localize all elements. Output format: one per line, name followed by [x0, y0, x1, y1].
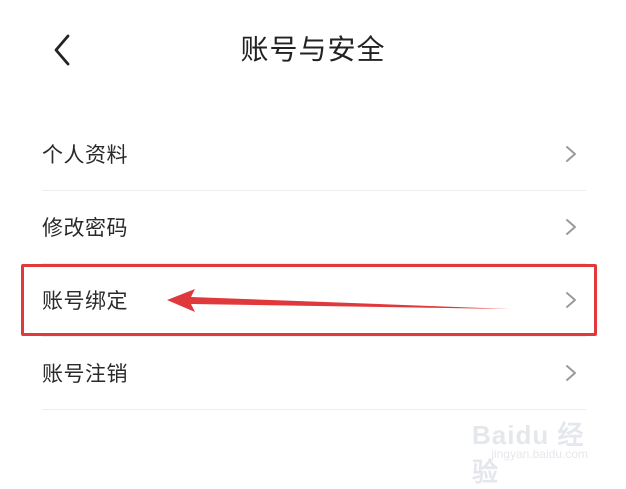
header-bar: 账号与安全: [0, 0, 626, 100]
page-title: 账号与安全: [240, 33, 386, 66]
menu-item-label: 个人资料: [42, 143, 128, 167]
watermark-logo: Baidu 经验 jingyan.baidu.com: [472, 411, 592, 487]
watermark-sub: jingyan.baidu.com: [491, 447, 588, 461]
menu-item-label: 账号绑定: [42, 289, 128, 313]
chevron-right-icon: [566, 365, 576, 381]
menu-item-account-binding[interactable]: 账号绑定: [0, 264, 626, 337]
menu-item-label: 修改密码: [42, 216, 128, 240]
menu-item-profile[interactable]: 个人资料: [0, 118, 626, 191]
menu-list: 个人资料 修改密码 账号绑定 账号注销: [0, 118, 626, 410]
chevron-right-icon: [566, 219, 576, 235]
chevron-right-icon: [566, 292, 576, 308]
menu-item-label: 账号注销: [42, 362, 128, 386]
menu-item-account-deletion[interactable]: 账号注销: [0, 337, 626, 410]
divider: [42, 409, 586, 410]
menu-item-change-password[interactable]: 修改密码: [0, 191, 626, 264]
chevron-right-icon: [566, 146, 576, 162]
